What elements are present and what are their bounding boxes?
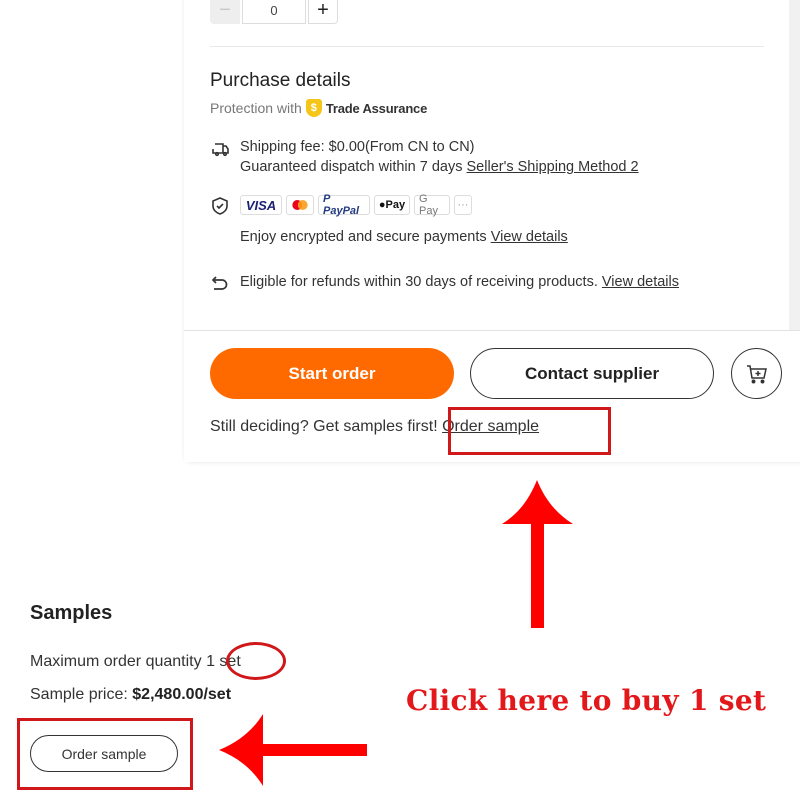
shipping-method-link[interactable]: Seller's Shipping Method 2 xyxy=(467,159,639,175)
trade-assurance-shield-icon: $ xyxy=(305,99,322,117)
samples-title: Samples xyxy=(30,602,113,624)
plus-icon: + xyxy=(317,0,329,21)
increase-quantity-button[interactable]: + xyxy=(308,0,338,24)
quantity-stepper: − 0 + xyxy=(210,0,338,24)
payment-methods: VISA P PayPal ●Pay G Pay ··· xyxy=(240,193,472,217)
shipping-text: Shipping fee: $0.00(From CN to CN) Guara… xyxy=(240,137,639,177)
mastercard-logo-icon xyxy=(286,195,314,215)
shield-check-icon xyxy=(212,197,228,215)
divider xyxy=(210,46,764,47)
more-payments-icon[interactable]: ··· xyxy=(454,195,472,215)
purchase-details-title: Purchase details xyxy=(210,70,351,91)
visa-logo-icon: VISA xyxy=(240,195,282,215)
truck-icon xyxy=(212,143,229,157)
annotation-highlight-box-bottom xyxy=(17,718,193,790)
return-arrow-icon xyxy=(211,276,228,290)
quantity-input[interactable]: 0 xyxy=(242,0,306,24)
annotation-instruction: Click here to buy 1 set xyxy=(406,684,767,717)
google-pay-logo-icon: G Pay xyxy=(414,193,450,217)
protection-prefix: Protection with xyxy=(210,100,302,116)
max-order-quantity: Maximum order quantity 1 set xyxy=(30,653,241,671)
sample-price-label: Sample price: xyxy=(30,686,128,703)
dispatch-guarantee: Guaranteed dispatch within 7 days xyxy=(240,159,463,175)
annotation-highlight-circle xyxy=(226,642,286,680)
protection-line: Protection with $ Trade Assurance xyxy=(210,99,427,117)
still-deciding-text: Still deciding? Get samples first! xyxy=(210,418,438,435)
sample-price: Sample price: $2,480.00/set xyxy=(30,686,231,704)
payment-note: Enjoy encrypted and secure payments xyxy=(240,229,487,245)
shipping-fee: Shipping fee: $0.00(From CN to CN) xyxy=(240,139,475,155)
max-qty-label: Maximum order quantity xyxy=(30,653,202,670)
paypal-logo-icon: P PayPal xyxy=(318,193,370,217)
refund-text: Eligible for refunds within 30 days of r… xyxy=(240,274,598,290)
minus-icon: − xyxy=(219,0,231,21)
annotation-up-arrow-icon xyxy=(502,480,573,628)
apple-pay-logo-icon: ●Pay xyxy=(374,195,410,215)
refund-details-link[interactable]: View details xyxy=(602,274,679,290)
annotation-highlight-box-top xyxy=(448,407,611,455)
start-order-button[interactable]: Start order xyxy=(210,348,454,399)
trade-assurance-label: Trade Assurance xyxy=(325,100,428,116)
add-to-cart-button[interactable] xyxy=(731,348,782,399)
payment-details-link[interactable]: View details xyxy=(491,229,568,245)
add-to-cart-icon xyxy=(746,364,767,383)
scrollbar[interactable] xyxy=(789,0,800,330)
sample-price-value: $2,480.00/set xyxy=(132,686,232,703)
annotation-left-arrow-icon xyxy=(219,714,367,786)
decrease-quantity-button[interactable]: − xyxy=(210,0,240,24)
contact-supplier-button[interactable]: Contact supplier xyxy=(470,348,714,399)
